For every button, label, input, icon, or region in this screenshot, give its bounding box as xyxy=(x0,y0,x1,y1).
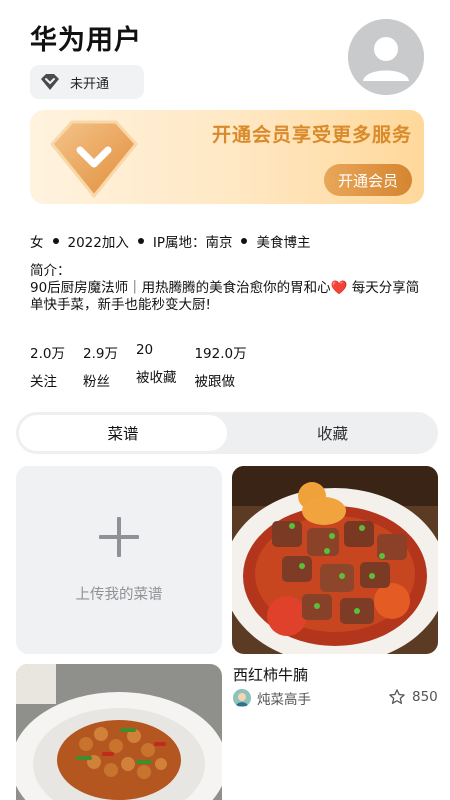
ip-location: IP属地：南京 xyxy=(152,235,233,251)
bio-text-part: 90后厨房魔法师｜用热腾腾的美食治愈你的胃和心 xyxy=(30,280,331,296)
recipe-title[interactable]: 西红柿牛腩 xyxy=(233,664,308,685)
content-tabs: 菜谱 收藏 xyxy=(16,412,438,454)
stat-number: 2.0万 xyxy=(30,346,65,362)
stat-label: 被收藏 xyxy=(135,370,177,386)
tab-recipes[interactable]: 菜谱 xyxy=(19,415,227,451)
stat-cooked: 192.0万 被跟做 xyxy=(194,342,246,390)
separator-dot xyxy=(52,238,59,244)
avatar[interactable] xyxy=(348,19,424,95)
author-avatar xyxy=(233,689,251,707)
stat-label: 被跟做 xyxy=(194,374,235,390)
stats-row: 2.0万 关注 2.9万 粉丝 20 被收藏 192.0万 被跟做 xyxy=(30,342,247,390)
kung-pao-image xyxy=(16,664,222,800)
stat-number: 20 xyxy=(135,342,154,358)
plus-icon xyxy=(99,516,139,557)
gender: 女 xyxy=(30,235,44,251)
chef-icon xyxy=(233,689,251,707)
activate-membership-button[interactable]: 开通会员 xyxy=(324,164,412,196)
recipe-image[interactable] xyxy=(232,466,438,654)
separator-dot xyxy=(241,238,248,244)
user-icon xyxy=(348,19,424,95)
bio: 简介： 90后厨房魔法师｜用热腾腾的美食治愈你的胃和心❤️ 每天分享简单快手菜，… xyxy=(30,263,422,314)
stat-number: 192.0万 xyxy=(194,346,247,362)
heart-icon: ❤️ xyxy=(330,280,348,296)
membership-gem-icon xyxy=(50,120,138,198)
recipe-author[interactable]: 炖菜高手 xyxy=(233,688,311,708)
favorites-count: 850 xyxy=(412,689,438,705)
recipe-favorites[interactable]: 850 xyxy=(388,688,438,706)
stat-followers[interactable]: 2.9万 粉丝 xyxy=(83,342,118,390)
stat-following[interactable]: 2.0万 关注 xyxy=(30,342,65,390)
membership-banner[interactable]: 开通会员享受更多服务 开通会员 xyxy=(30,110,424,204)
profile-header: 华为用户 未开通 xyxy=(30,18,144,99)
vip-status-label: 未开通 xyxy=(70,76,110,92)
stat-number: 2.9万 xyxy=(82,346,118,362)
vip-status-badge[interactable]: 未开通 xyxy=(30,65,144,99)
username: 华为用户 xyxy=(30,25,142,56)
bio-label: 简介： xyxy=(30,263,71,279)
beef-stew-image xyxy=(232,466,438,654)
stat-favorited: 20 被收藏 xyxy=(136,342,177,390)
upload-recipe-label: 上传我的菜谱 xyxy=(75,586,163,603)
join-year: 2022加入 xyxy=(67,235,129,251)
stat-label: 关注 xyxy=(30,374,57,390)
banner-title: 开通会员享受更多服务 xyxy=(211,124,412,146)
user-tag: 美食博主 xyxy=(256,235,311,251)
tab-favorites[interactable]: 收藏 xyxy=(230,415,435,451)
recipe-image[interactable] xyxy=(16,664,222,800)
separator-dot xyxy=(137,238,144,244)
diamond-icon xyxy=(41,74,59,90)
profile-meta: 女 2022加入 IP属地：南京 美食博主 xyxy=(30,231,310,251)
author-name: 炖菜高手 xyxy=(257,692,311,708)
star-icon xyxy=(389,689,405,704)
stat-label: 粉丝 xyxy=(82,374,110,390)
upload-recipe-card[interactable]: 上传我的菜谱 xyxy=(16,466,222,654)
bio-text: 90后厨房魔法师｜用热腾腾的美食治愈你的胃和心❤️ 每天分享简单快手菜，新手也能… xyxy=(30,280,422,314)
